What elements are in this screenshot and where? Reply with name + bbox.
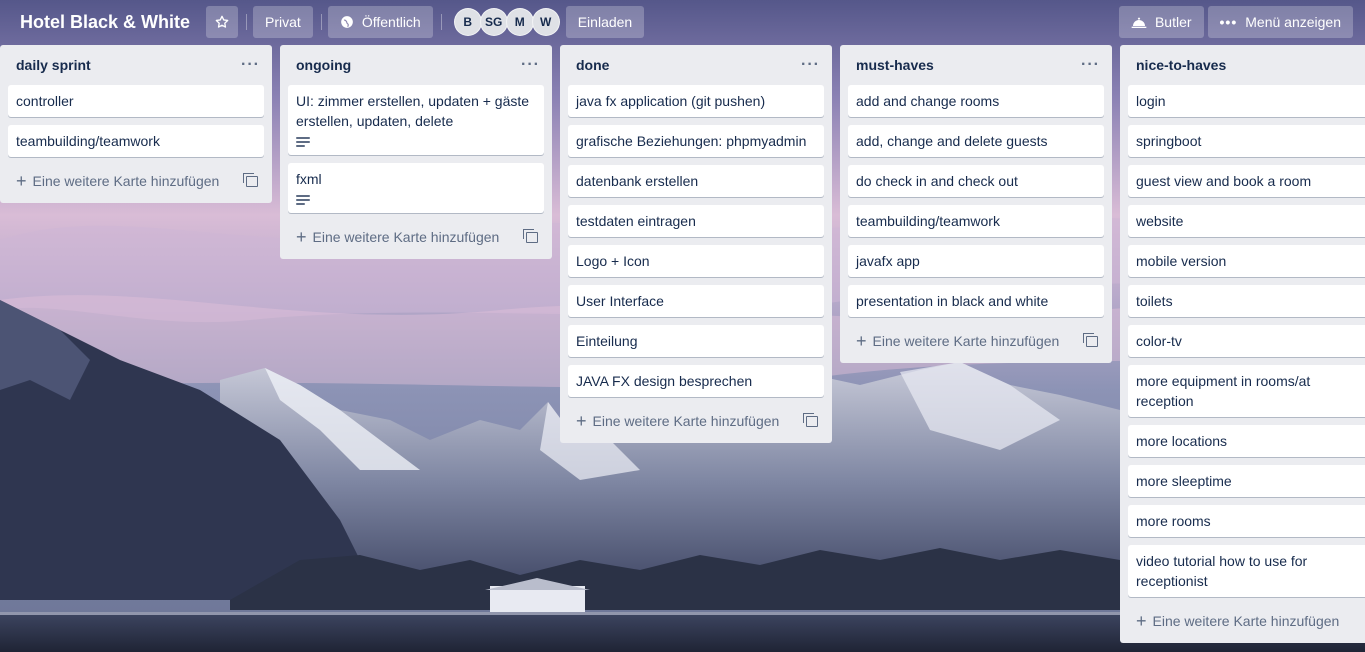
butler-label: Butler [1154,14,1192,30]
card-title: fxml [296,171,322,187]
add-card-label: Eine weitere Karte hinzufügen [1152,613,1340,629]
member-avatar[interactable]: B [453,8,482,36]
list-header[interactable]: daily sprint ··· [8,45,264,85]
show-menu-label: Menü anzeigen [1245,14,1341,30]
card[interactable]: teambuilding/teamwork [848,205,1104,237]
description-lines-icon [296,137,310,147]
add-card-label: Eine weitere Karte hinzufügen [32,173,220,189]
list-ongoing: ongoing ··· UI: zimmer erstellen, update… [280,45,552,259]
card[interactable]: website [1128,205,1365,237]
butler-button[interactable]: Butler [1118,6,1204,38]
card[interactable]: testdaten eintragen [568,205,824,237]
card[interactable]: Einteilung [568,325,824,357]
card-template-icon[interactable] [803,412,818,427]
card[interactable]: springboot [1128,125,1365,157]
ellipsis-icon[interactable]: ··· [241,57,260,73]
list-header[interactable]: must-haves ··· [848,45,1104,85]
card[interactable]: java fx application (git pushen) [568,85,824,117]
card[interactable]: UI: zimmer erstellen, updaten + gäste er… [288,85,544,155]
card[interactable]: mobile version [1128,245,1365,277]
visibility-button[interactable]: Öffentlich [327,6,433,38]
header-divider [440,14,442,30]
add-card-button[interactable]: + Eine weitere Karte hinzufügen [288,221,544,253]
plus-icon: + [16,171,27,191]
card[interactable]: presentation in black and white [848,285,1104,317]
list-header[interactable]: nice-to-haves [1128,45,1365,85]
star-icon [215,15,229,28]
card[interactable]: User Interface [568,285,824,317]
invite-button[interactable]: Einladen [565,6,645,38]
list-header[interactable]: ongoing ··· [288,45,544,85]
card-template-icon[interactable] [1083,332,1098,347]
board-title[interactable]: Hotel Black & White [8,6,202,38]
plus-icon: + [296,227,307,247]
private-team-button[interactable]: Privat [253,6,313,38]
card[interactable]: login [1128,85,1365,117]
list-title[interactable]: daily sprint [16,57,91,73]
star-board-button[interactable] [206,6,239,38]
plus-icon: + [856,331,867,351]
board-lists: daily sprint ··· controller teambuilding… [0,45,1365,652]
member-avatar[interactable]: W [531,8,560,36]
card[interactable]: datenbank erstellen [568,165,824,197]
card[interactable]: more locations [1128,425,1365,457]
card[interactable]: add, change and delete guests [848,125,1104,157]
list-title[interactable]: done [576,57,609,73]
card[interactable]: guest view and book a room [1128,165,1365,197]
ellipsis-icon[interactable]: ··· [521,57,540,73]
card[interactable]: Logo + Icon [568,245,824,277]
description-lines-icon [296,195,310,205]
header-right-actions: Butler ••• Menü anzeigen [1118,6,1357,38]
board-members: B SG M W [453,8,560,36]
board-header: Hotel Black & White Privat Öffentlich B … [0,0,1365,44]
card[interactable]: video tutorial how to use for receptioni… [1128,545,1365,597]
card[interactable]: controller [8,85,264,117]
plus-icon: + [576,411,587,431]
list-title[interactable]: ongoing [296,57,351,73]
add-card-button[interactable]: + Eine weitere Karte hinzufügen [568,405,824,437]
add-card-button[interactable]: + Eine weitere Karte hinzufügen [1128,605,1365,637]
list-daily-sprint: daily sprint ··· controller teambuilding… [0,45,272,203]
plus-icon: + [1136,611,1147,631]
list-title[interactable]: nice-to-haves [1136,57,1226,73]
list-nice-to-haves: nice-to-haves login springboot guest vie… [1120,45,1365,643]
butler-bell-icon [1131,17,1147,28]
add-card-button[interactable]: + Eine weitere Karte hinzufügen [8,165,264,197]
card-template-icon[interactable] [243,172,258,187]
header-divider [246,14,248,30]
list-header[interactable]: done ··· [568,45,824,85]
show-menu-button[interactable]: ••• Menü anzeigen [1207,6,1353,38]
card[interactable]: teambuilding/teamwork [8,125,264,157]
card[interactable]: color-tv [1128,325,1365,357]
header-divider [320,14,322,30]
list-title[interactable]: must-haves [856,57,934,73]
card[interactable]: toilets [1128,285,1365,317]
card[interactable]: JAVA FX design besprechen [568,365,824,397]
card[interactable]: more sleeptime [1128,465,1365,497]
ellipsis-icon[interactable]: ··· [1081,57,1100,73]
list-done: done ··· java fx application (git pushen… [560,45,832,443]
list-must-haves: must-haves ··· add and change rooms add,… [840,45,1112,363]
card[interactable]: add and change rooms [848,85,1104,117]
card[interactable]: more rooms [1128,505,1365,537]
member-avatar[interactable]: M [505,8,534,36]
add-card-label: Eine weitere Karte hinzufügen [312,229,500,245]
add-card-button[interactable]: + Eine weitere Karte hinzufügen [848,325,1104,357]
ellipsis-icon[interactable]: ··· [801,57,820,73]
globe-icon [340,16,353,28]
add-card-label: Eine weitere Karte hinzufügen [872,333,1060,349]
card-template-icon[interactable] [523,228,538,243]
member-avatar[interactable]: SG [479,8,508,36]
card[interactable]: fxml [288,163,544,213]
card[interactable]: do check in and check out [848,165,1104,197]
add-card-label: Eine weitere Karte hinzufügen [592,413,780,429]
card[interactable]: grafische Beziehungen: phpmyadmin [568,125,824,157]
visibility-label: Öffentlich [361,14,421,30]
card[interactable]: more equipment in rooms/at reception [1128,365,1365,417]
more-dots-icon: ••• [1219,14,1238,30]
card[interactable]: javafx app [848,245,1104,277]
card-title: UI: zimmer erstellen, updaten + gäste er… [296,93,530,129]
